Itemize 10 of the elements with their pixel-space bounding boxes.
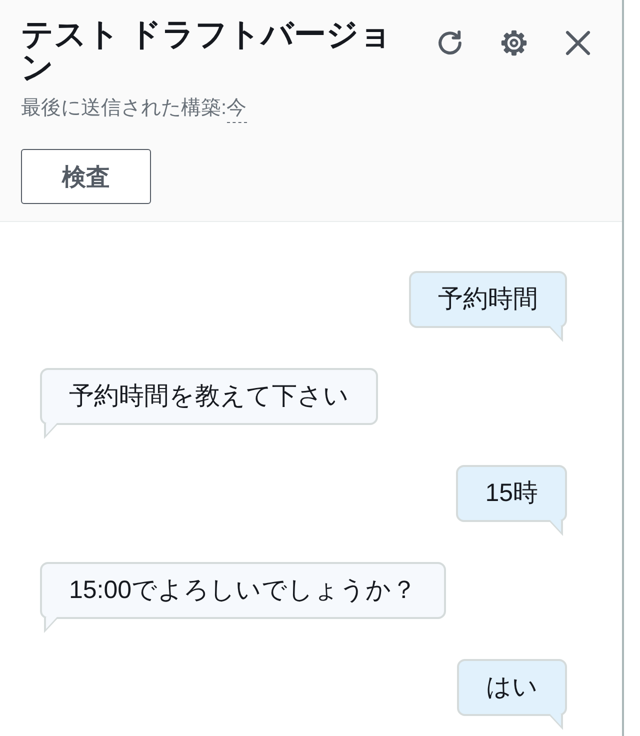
inspect-button[interactable]: 検査 [21, 149, 151, 204]
settings-icon [500, 29, 528, 57]
last-build-label: 最後に送信された構築: [21, 97, 227, 119]
refresh-button[interactable] [436, 29, 464, 57]
close-button[interactable] [564, 29, 592, 57]
close-icon [564, 29, 592, 57]
refresh-icon [436, 29, 464, 57]
last-build-time: 今 [226, 97, 247, 123]
settings-button[interactable] [500, 29, 528, 57]
panel-title: テスト ドラフトバージョン [21, 18, 393, 84]
